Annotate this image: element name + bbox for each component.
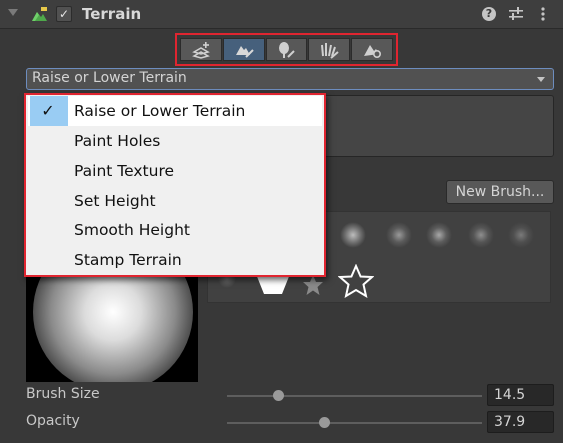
menu-item-smooth-height[interactable]: Smooth Height <box>28 215 322 245</box>
enabled-checkbox[interactable]: ✓ <box>56 6 72 22</box>
terrain-add-icon <box>191 41 210 59</box>
brush-size-label: Brush Size <box>26 386 100 402</box>
brush-size-slider[interactable] <box>227 390 482 401</box>
kebab-menu-icon[interactable] <box>538 6 548 22</box>
menu-item-label: Paint Holes <box>74 132 161 150</box>
paint-mode-dropdown-menu: ✓ Raise or Lower Terrain Paint Holes Pai… <box>24 93 326 277</box>
triangle-down-icon[interactable] <box>8 9 18 16</box>
new-brush-button[interactable]: New Brush... <box>446 180 554 204</box>
brush-thumbnail[interactable] <box>386 222 412 248</box>
menu-item-label: Smooth Height <box>74 221 190 239</box>
opacity-slider-thumb[interactable] <box>319 417 331 428</box>
create-neighbor-terrains-button[interactable] <box>180 38 222 61</box>
grass-paint-icon <box>321 42 339 59</box>
star-brush-icon[interactable] <box>338 264 374 298</box>
brush-thumbnail[interactable] <box>426 222 452 248</box>
tree-paint-icon <box>279 41 296 58</box>
opacity-label: Opacity <box>26 413 80 429</box>
menu-item-raise-or-lower-terrain[interactable]: ✓ Raise or Lower Terrain <box>28 96 322 126</box>
brush-preview <box>26 272 198 382</box>
menu-item-set-height[interactable]: Set Height <box>28 186 322 216</box>
component-title: Terrain <box>82 5 142 23</box>
brush-thumbnail[interactable] <box>302 274 324 296</box>
check-icon: ✓ <box>41 101 55 120</box>
opacity-slider[interactable] <box>227 417 482 428</box>
paint-details-button[interactable] <box>308 38 351 61</box>
brush-size-slider-thumb[interactable] <box>273 390 285 401</box>
menu-item-paint-texture[interactable]: Paint Texture <box>28 156 322 186</box>
paint-mode-dropdown[interactable]: Raise or Lower Terrain <box>26 68 554 90</box>
terrain-gear-icon <box>364 44 382 58</box>
component-header: ✓ Terrain ? <box>0 0 563 29</box>
brush-thumbnail[interactable] <box>340 222 366 248</box>
menu-item-label: Paint Texture <box>74 162 175 180</box>
terrain-icon <box>32 7 47 21</box>
brush-thumbnail[interactable] <box>508 222 534 248</box>
menu-item-label: Stamp Terrain <box>74 251 182 269</box>
help-icon[interactable]: ? <box>482 7 496 21</box>
menu-item-label: Set Height <box>74 192 156 210</box>
brush-preview-falloff <box>33 272 193 382</box>
menu-item-paint-holes[interactable]: Paint Holes <box>28 126 322 156</box>
paint-terrain-button[interactable] <box>222 38 265 61</box>
presets-sliders-icon[interactable] <box>508 6 524 22</box>
terrain-paint-icon <box>235 45 254 58</box>
brush-size-field[interactable]: 14.5 <box>487 384 554 406</box>
menu-item-stamp-terrain[interactable]: Stamp Terrain <box>28 245 322 275</box>
terrain-settings-button[interactable] <box>351 38 393 61</box>
paint-trees-button[interactable] <box>265 38 308 61</box>
terrain-tool-toolbar <box>175 33 398 66</box>
dropdown-value: Raise or Lower Terrain <box>32 70 187 86</box>
menu-item-label: Raise or Lower Terrain <box>74 102 246 120</box>
brush-thumbnail[interactable] <box>468 222 494 248</box>
chevron-down-icon <box>537 77 545 82</box>
opacity-field[interactable]: 37.9 <box>487 411 554 433</box>
